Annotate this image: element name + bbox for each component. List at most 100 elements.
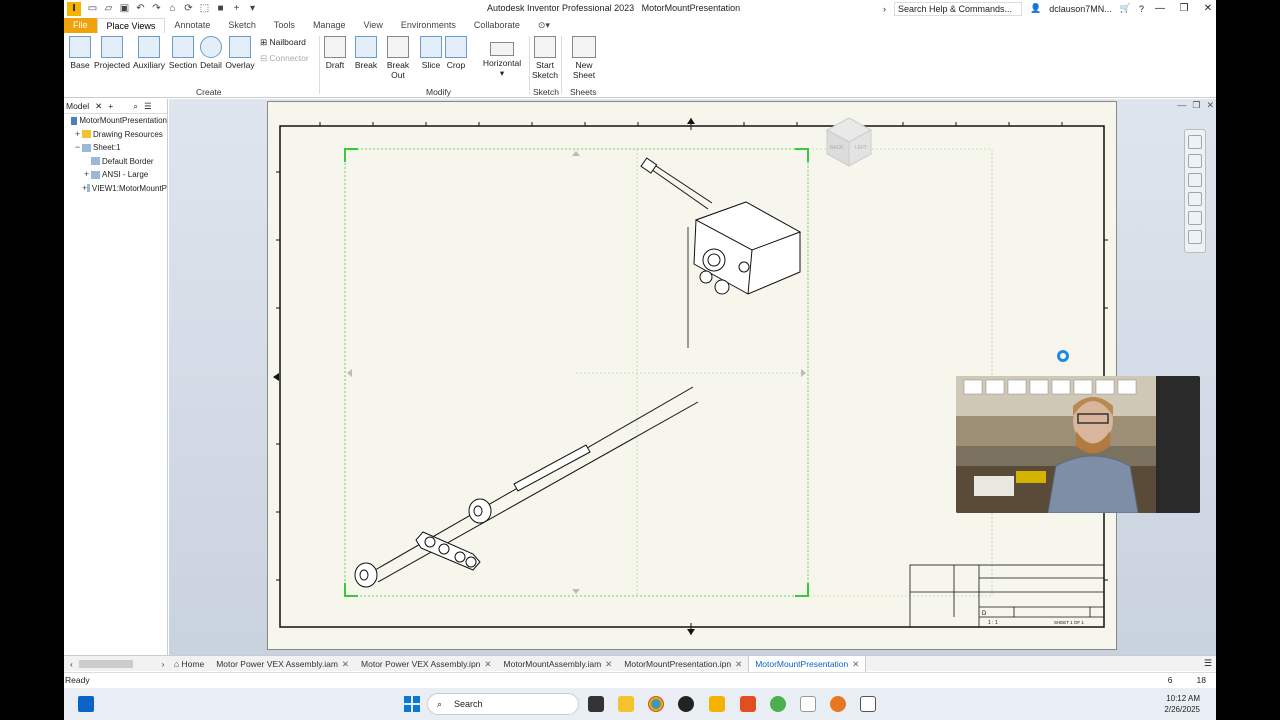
browser-title[interactable]: Model	[66, 101, 89, 111]
close-tab-icon[interactable]: ✕	[605, 659, 612, 669]
select-icon[interactable]: ⬚	[199, 3, 210, 14]
zoom-icon[interactable]	[1188, 173, 1202, 187]
restore-view-icon[interactable]: ❐	[1192, 100, 1200, 111]
start-sketch-button[interactable]: Start Sketch	[532, 36, 558, 80]
section-view-button[interactable]: Section	[168, 36, 198, 70]
cart-icon[interactable]: 🛒	[1120, 3, 1131, 14]
steering-wheel-icon[interactable]	[1188, 135, 1202, 149]
chrome-icon[interactable]	[648, 696, 664, 712]
inventor-taskbar-icon[interactable]	[709, 696, 725, 712]
task-view-icon[interactable]	[588, 696, 604, 712]
powerpoint-icon[interactable]	[740, 696, 756, 712]
scroll-thumb[interactable]	[79, 660, 134, 669]
browser-tree-item[interactable]: + ANSI - Large	[64, 168, 167, 182]
auxiliary-view-button[interactable]: Auxiliary	[132, 36, 166, 70]
undo-icon[interactable]: ↶	[135, 3, 146, 14]
tab-environments[interactable]: Environments	[392, 18, 465, 33]
close-tab-icon[interactable]: ✕	[735, 659, 742, 669]
expand-toggle-icon[interactable]: −	[73, 141, 82, 155]
document-icon[interactable]	[800, 696, 816, 712]
snipping-icon[interactable]	[860, 696, 876, 712]
tab-file[interactable]: File	[64, 18, 97, 33]
tab-sketch[interactable]: Sketch	[219, 18, 265, 33]
new-sheet-button[interactable]: New Sheet	[564, 36, 604, 80]
document-tab[interactable]: MotorMountPresentation.ipn ✕	[618, 656, 748, 672]
close-icon[interactable]: ✕	[1200, 3, 1216, 14]
browser-tree-item[interactable]: + Drawing Resources	[64, 128, 167, 142]
user-icon[interactable]: 👤	[1030, 3, 1041, 14]
nailboard-button[interactable]: ⊞ Nailboard	[260, 37, 306, 48]
tab-annotate[interactable]: Annotate	[165, 18, 219, 33]
crop-button[interactable]: Crop	[445, 36, 467, 70]
tab-view[interactable]: View	[354, 18, 391, 33]
ribbon-options-icon[interactable]: ⊙▾	[529, 18, 559, 33]
tab-collaborate[interactable]: Collaborate	[465, 18, 529, 33]
redo-icon[interactable]: ↷	[151, 3, 162, 14]
app-icon-green[interactable]	[770, 696, 786, 712]
start-icon[interactable]	[404, 696, 420, 712]
help-icon[interactable]: ?	[1139, 4, 1144, 14]
document-tab[interactable]: ⌂ Home	[168, 656, 210, 672]
update-icon[interactable]: ⟳	[183, 3, 194, 14]
tab-scrollbar[interactable]: ‹ ›	[64, 656, 168, 672]
app-icon-orange[interactable]	[830, 696, 846, 712]
tab-place-views[interactable]: Place Views	[96, 18, 166, 33]
search-icon[interactable]: ⌕	[133, 101, 138, 112]
taskbar-clock[interactable]: 10:12 AM 2/26/2025	[1164, 693, 1200, 715]
view-cube[interactable]: BACK LEFT	[825, 116, 873, 168]
minimize-view-icon[interactable]: —	[1177, 100, 1186, 111]
document-tab[interactable]: MotorMountAssembly.iam ✕	[498, 656, 619, 672]
add-icon[interactable]: +	[231, 3, 242, 14]
document-tab[interactable]: MotorMountPresentation ✕	[748, 655, 867, 672]
zoom-window-icon[interactable]	[1188, 211, 1202, 225]
tab-tools[interactable]: Tools	[265, 18, 304, 33]
close-view-icon[interactable]: ✕	[1206, 100, 1214, 111]
restore-icon[interactable]: ❐	[1176, 3, 1192, 14]
tab-menu-icon[interactable]: ☰	[1204, 658, 1216, 669]
expand-toggle-icon[interactable]: +	[73, 128, 82, 142]
inventor-logo[interactable]: I	[67, 1, 81, 16]
xbox-icon[interactable]	[678, 696, 694, 712]
detail-view-button[interactable]: Detail	[199, 36, 223, 70]
help-search-input[interactable]: Search Help & Commands...	[894, 1, 1023, 16]
tab-manage[interactable]: Manage	[304, 18, 355, 33]
file-explorer-icon[interactable]	[618, 696, 634, 712]
pan-icon[interactable]	[1188, 154, 1202, 168]
minimize-icon[interactable]: —	[1152, 3, 1168, 14]
close-icon[interactable]: ✕	[95, 101, 102, 112]
save-icon[interactable]: ▣	[119, 3, 130, 14]
browser-tree-item[interactable]: − Sheet:1	[64, 141, 167, 155]
close-tab-icon[interactable]: ✕	[342, 659, 349, 669]
new-icon[interactable]: ▭	[87, 3, 98, 14]
horizontal-button[interactable]: Horizontal ▾	[482, 36, 522, 79]
add-tab-icon[interactable]: +	[108, 101, 113, 111]
color-icon[interactable]: ■	[215, 3, 226, 14]
connector-button[interactable]: ⊟ Connector	[260, 53, 309, 64]
scroll-left-icon[interactable]: ‹	[70, 659, 73, 669]
zoom-all-icon[interactable]	[1188, 192, 1202, 206]
draft-view-button[interactable]: Draft	[323, 36, 347, 70]
browser-tree-item[interactable]: MotorMountPresentation	[64, 114, 167, 128]
menu-icon[interactable]: ☰	[144, 101, 152, 112]
document-tab[interactable]: Motor Power VEX Assembly.ipn ✕	[355, 656, 498, 672]
scroll-right-icon[interactable]: ›	[162, 659, 165, 669]
widgets-icon[interactable]	[78, 696, 94, 712]
projected-view-button[interactable]: Projected	[94, 36, 130, 70]
break-out-button[interactable]: Break Out	[379, 36, 417, 80]
customize-icon[interactable]: ▾	[247, 3, 258, 14]
taskbar-search[interactable]: ⌕ Search	[427, 693, 579, 715]
browser-tree-item[interactable]: Default Border	[64, 155, 167, 169]
break-button[interactable]: Break	[354, 36, 378, 70]
expand-toggle-icon[interactable]: +	[82, 168, 91, 182]
zoom-selected-icon[interactable]	[1188, 230, 1202, 244]
browser-tree-item[interactable]: + VIEW1:MotorMountP	[64, 182, 167, 196]
open-icon[interactable]: ▱	[103, 3, 114, 14]
home-icon[interactable]: ⌂	[167, 3, 178, 14]
document-tab[interactable]: Motor Power VEX Assembly.iam ✕	[210, 656, 355, 672]
close-tab-icon[interactable]: ✕	[852, 659, 859, 669]
close-tab-icon[interactable]: ✕	[484, 659, 491, 669]
user-name[interactable]: dclauson7MN...	[1049, 4, 1112, 14]
base-view-button[interactable]: Base	[68, 36, 92, 70]
overlay-view-button[interactable]: Overlay	[225, 36, 255, 70]
slice-button[interactable]: Slice	[420, 36, 442, 70]
